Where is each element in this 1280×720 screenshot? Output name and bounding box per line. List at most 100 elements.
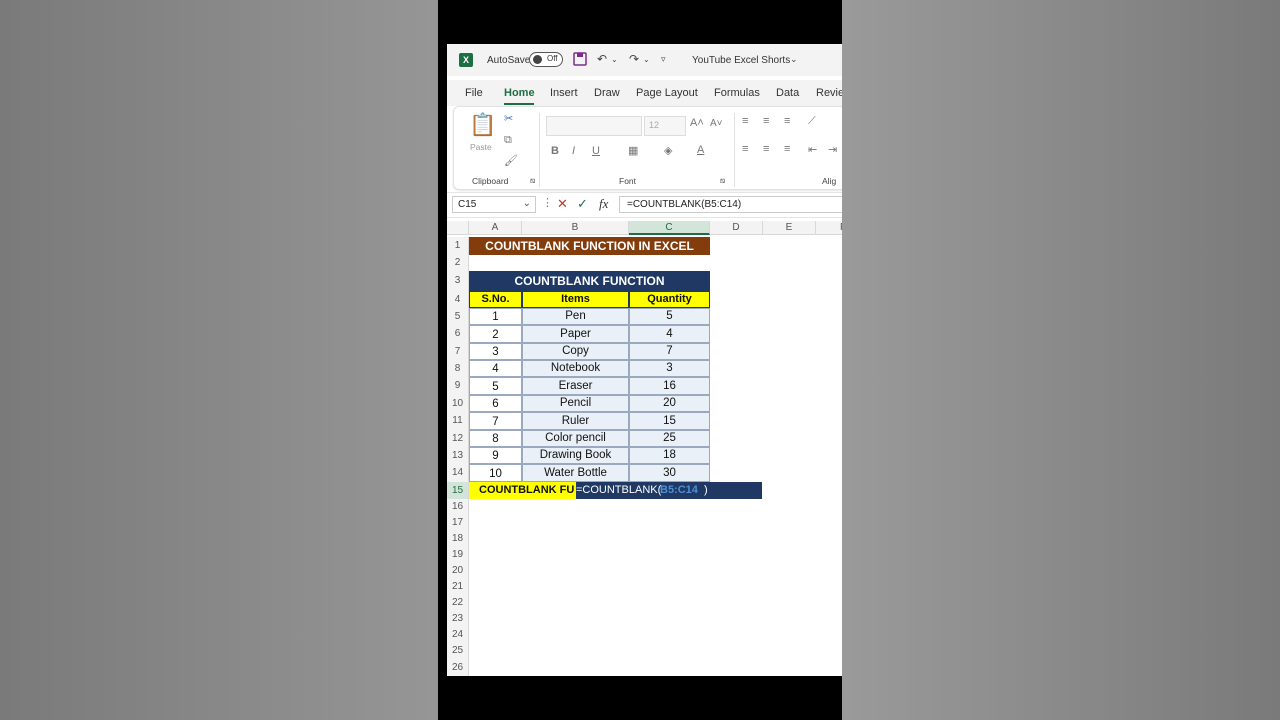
orientation-icon[interactable]: ⟋ — [808, 115, 816, 128]
column-header-e[interactable]: E — [763, 221, 816, 235]
cancel-icon[interactable]: ✕ — [557, 196, 568, 212]
borders-icon[interactable]: ▦ — [628, 144, 638, 157]
row-header[interactable]: 26 — [447, 659, 469, 676]
cell-item[interactable]: Eraser — [522, 377, 629, 395]
cell-item[interactable]: Ruler — [522, 412, 629, 430]
increase-font-icon[interactable]: A˄ — [690, 117, 704, 129]
row-header[interactable]: 8 — [447, 360, 469, 377]
cell-quantity[interactable]: 15 — [629, 412, 710, 430]
cell-item[interactable]: Pen — [522, 308, 629, 325]
row-header[interactable]: 19 — [447, 547, 469, 563]
row-header[interactable]: 3 — [447, 271, 469, 291]
align-middle-icon[interactable]: ≡ — [763, 115, 769, 127]
row-header[interactable]: 14 — [447, 464, 469, 482]
cell-sno[interactable]: 7 — [469, 412, 522, 430]
tab-page-layout[interactable]: Page Layout — [636, 87, 698, 99]
column-header-f[interactable]: F — [816, 221, 842, 235]
countblank-label-cell[interactable]: COUNTBLANK FU — [469, 482, 576, 499]
more-options-icon[interactable]: ⋮ — [542, 196, 553, 209]
row-header[interactable]: 15 — [447, 482, 469, 499]
undo-icon[interactable]: ↶ — [597, 52, 607, 66]
cell-sno[interactable]: 3 — [469, 343, 522, 360]
italic-icon[interactable]: I — [572, 145, 575, 157]
row-header[interactable]: 17 — [447, 515, 469, 531]
chevron-down-icon[interactable]: ⌄ — [643, 55, 650, 64]
cell-quantity[interactable]: 16 — [629, 377, 710, 395]
row-header[interactable]: 13 — [447, 447, 469, 464]
cell-sno[interactable]: 6 — [469, 395, 522, 412]
row-header[interactable]: 20 — [447, 563, 469, 579]
save-icon[interactable] — [573, 52, 587, 69]
dialog-launcher-icon[interactable]: ⧅ — [720, 176, 725, 186]
cell-item[interactable]: Color pencil — [522, 430, 629, 447]
tab-formulas[interactable]: Formulas — [714, 87, 760, 99]
row-header[interactable]: 25 — [447, 643, 469, 659]
cell-item[interactable]: Notebook — [522, 360, 629, 377]
row-header[interactable]: 23 — [447, 611, 469, 627]
align-center-icon[interactable]: ≡ — [763, 143, 769, 155]
header-items[interactable]: Items — [522, 291, 629, 308]
header-quantity[interactable]: Quantity — [629, 291, 710, 308]
column-header-c[interactable]: C — [629, 221, 710, 235]
font-size-select[interactable]: 12 — [644, 116, 686, 136]
cell-item[interactable]: Drawing Book — [522, 447, 629, 464]
decrease-font-icon[interactable]: A˅ — [710, 118, 723, 129]
tab-review[interactable]: Revie — [816, 87, 842, 99]
cell-quantity[interactable]: 30 — [629, 464, 710, 482]
row-header[interactable]: 7 — [447, 343, 469, 360]
paste-icon[interactable]: 📋 — [469, 112, 496, 138]
font-color-icon[interactable]: A — [697, 144, 704, 156]
row-header[interactable]: 12 — [447, 430, 469, 447]
document-title[interactable]: YouTube Excel Shorts — [692, 55, 790, 66]
row-header[interactable]: 11 — [447, 412, 469, 430]
fill-color-icon[interactable]: ◈ — [664, 144, 672, 157]
cell-quantity[interactable]: 7 — [629, 343, 710, 360]
cell-sno[interactable]: 2 — [469, 325, 522, 343]
align-left-icon[interactable]: ≡ — [742, 143, 748, 155]
cell-sno[interactable]: 5 — [469, 377, 522, 395]
row-header[interactable]: 9 — [447, 377, 469, 395]
active-cell-editor[interactable]: =COUNTBLANK( B5:C14 ) — [576, 482, 762, 499]
cell-quantity[interactable]: 5 — [629, 308, 710, 325]
row-header[interactable]: 1 — [447, 237, 469, 255]
tab-file[interactable]: File — [465, 87, 483, 99]
cell-quantity[interactable]: 3 — [629, 360, 710, 377]
cell-quantity[interactable]: 25 — [629, 430, 710, 447]
font-name-select[interactable] — [546, 116, 642, 136]
row-header[interactable]: 16 — [447, 499, 469, 515]
increase-indent-icon[interactable]: ⇥ — [828, 143, 837, 156]
customize-toolbar-icon[interactable]: ▿ — [661, 54, 666, 65]
tab-insert[interactable]: Insert — [550, 87, 578, 99]
cell-sno[interactable]: 4 — [469, 360, 522, 377]
format-painter-icon[interactable]: 🖌 — [504, 154, 518, 167]
header-sno[interactable]: S.No. — [469, 291, 522, 308]
row-header[interactable]: 24 — [447, 627, 469, 643]
chevron-down-icon[interactable]: ⌄ — [790, 54, 798, 65]
copy-icon[interactable]: ⧉ — [504, 134, 512, 147]
tab-draw[interactable]: Draw — [594, 87, 620, 99]
row-header[interactable]: 18 — [447, 531, 469, 547]
cell-sno[interactable]: 10 — [469, 464, 522, 482]
cell-quantity[interactable]: 20 — [629, 395, 710, 412]
cut-icon[interactable]: ✂ — [504, 112, 513, 125]
tab-home[interactable]: Home — [504, 87, 535, 99]
cell-item[interactable]: Copy — [522, 343, 629, 360]
cell-sno[interactable]: 9 — [469, 447, 522, 464]
row-header[interactable]: 5 — [447, 308, 469, 325]
tab-data[interactable]: Data — [776, 87, 799, 99]
cell-sno[interactable]: 1 — [469, 308, 522, 325]
table-title-cell[interactable]: COUNTBLANK FUNCTION — [469, 271, 710, 291]
decrease-indent-icon[interactable]: ⇤ — [808, 143, 817, 156]
autosave-toggle[interactable]: Off — [529, 52, 563, 67]
column-header-a[interactable]: A — [469, 221, 522, 235]
row-header[interactable]: 4 — [447, 291, 469, 308]
cell-quantity[interactable]: 4 — [629, 325, 710, 343]
name-box[interactable]: C15 ⌄ — [452, 196, 536, 213]
row-header[interactable]: 22 — [447, 595, 469, 611]
select-all-corner[interactable] — [447, 221, 469, 235]
row-header[interactable]: 10 — [447, 395, 469, 412]
enter-icon[interactable]: ✓ — [577, 196, 588, 212]
row-header[interactable]: 2 — [447, 255, 469, 271]
cell-item[interactable]: Pencil — [522, 395, 629, 412]
align-top-icon[interactable]: ≡ — [742, 115, 748, 127]
